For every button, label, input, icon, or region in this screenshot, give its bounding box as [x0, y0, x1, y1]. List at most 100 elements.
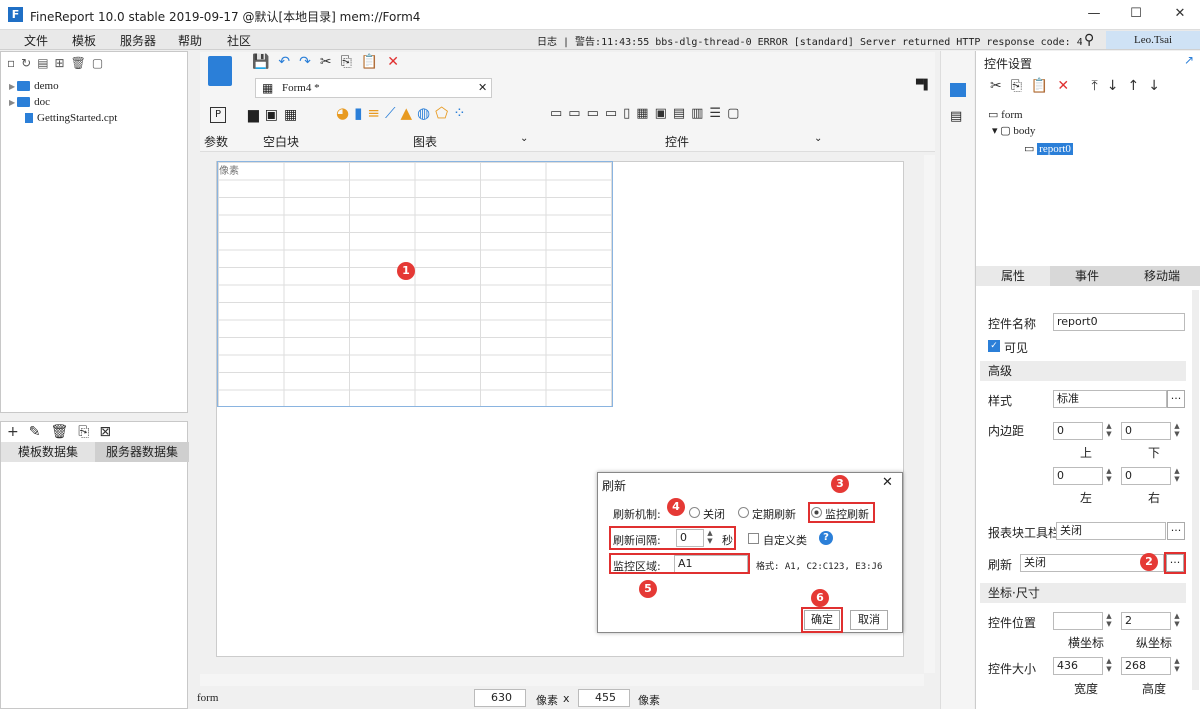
menu-community[interactable]: 社区	[227, 32, 251, 49]
left-label: 左	[1080, 491, 1093, 505]
pad-top-input[interactable]: 0	[1053, 422, 1103, 440]
toolbar-ellipsis-button[interactable]: ···	[1167, 522, 1185, 540]
pad-bottom-input[interactable]: 0	[1121, 422, 1171, 440]
step-badge-1: 1	[397, 262, 415, 280]
style-ellipsis-button[interactable]: ···	[1167, 390, 1185, 408]
spinner-icon[interactable]: ▲ ▼	[1172, 467, 1182, 485]
toolbar-label: 报表块工具栏	[988, 526, 1061, 540]
visible-checkbox[interactable]: ✓	[988, 340, 1000, 352]
menu-server[interactable]: 服务器	[120, 32, 156, 49]
maximize-button[interactable]: ☐	[1126, 6, 1146, 21]
pos-y-input[interactable]: 2	[1121, 612, 1171, 630]
chart-chevron-down-icon[interactable]: ⌄	[520, 133, 528, 144]
name-input[interactable]: report0	[1053, 313, 1185, 331]
minimize-button[interactable]: —	[1084, 6, 1104, 21]
spinner-icon[interactable]: ▲ ▼	[1104, 657, 1114, 675]
help-icon[interactable]: ?	[819, 531, 833, 545]
close-button[interactable]: ✕	[1170, 6, 1190, 21]
tab-form4[interactable]: ▦ Form4 * ✕	[255, 78, 492, 98]
highlight-box	[609, 526, 736, 550]
spinner-icon[interactable]: ▲ ▼	[1172, 657, 1182, 675]
grid-icon: ▦	[262, 81, 274, 95]
style-input[interactable]: 标准	[1053, 390, 1167, 408]
widget-label: 控件	[665, 135, 690, 149]
tree-form[interactable]: ▭ form	[988, 108, 1023, 121]
format-hint: 格式: A1, C2:C123, E3:J6	[756, 562, 883, 572]
radio-timed[interactable]	[738, 507, 749, 518]
spinner-icon[interactable]: ▲ ▼	[1172, 612, 1182, 630]
menu-template[interactable]: 模板	[72, 32, 96, 49]
menu-help[interactable]: 帮助	[178, 32, 202, 49]
blank-icons[interactable]: ▆▣▦	[248, 107, 303, 123]
step-badge-2: 2	[1140, 553, 1158, 571]
widget-icons[interactable]: ▭▭▭▭▯▦▣▤▥☰▢	[550, 106, 745, 121]
tab-events[interactable]: 事件	[1050, 266, 1124, 286]
panel-title: 控件设置	[984, 57, 1033, 71]
param-icon[interactable]: P	[210, 107, 226, 123]
xcoord-label: 横坐标	[1068, 636, 1105, 650]
widget-settings-icon[interactable]	[950, 83, 966, 97]
highlight-box	[609, 553, 750, 574]
vertical-scrollbar[interactable]	[924, 155, 935, 673]
pin-icon[interactable]: ▀▌	[916, 80, 931, 91]
canvas-width-input[interactable]: 630	[474, 689, 526, 707]
ycoord-label: 纵坐标	[1136, 636, 1173, 650]
spinner-icon[interactable]: ▲ ▼	[1104, 612, 1114, 630]
window-title: FineReport 10.0 stable 2019-09-17 @默认[本地…	[30, 10, 421, 24]
canvas-height-input[interactable]: 455	[578, 689, 630, 707]
dataset-toolbar-icons[interactable]: +✎🗑⎘⊠	[7, 424, 121, 440]
spinner-icon[interactable]: ▲ ▼	[1172, 422, 1182, 440]
panel-scrollbar[interactable]	[1192, 290, 1199, 690]
widget-chevron-down-icon[interactable]: ⌄	[814, 133, 822, 144]
radio-off[interactable]	[689, 507, 700, 518]
tree-report[interactable]: ▭ report0	[1024, 142, 1073, 155]
tree-item-file[interactable]: GettingStarted.cpt	[25, 112, 117, 124]
log-message[interactable]: 日志 | 警告:11:43:55 bbs-dlg-thread-0 ERROR …	[537, 33, 1082, 48]
visible-label: 可见	[1004, 341, 1029, 355]
size-label: 控件大小	[988, 662, 1037, 676]
cancel-button[interactable]: 取消	[850, 610, 888, 630]
section-advanced[interactable]: 高级	[980, 361, 1186, 381]
toolbar-input[interactable]: 关闭	[1056, 522, 1166, 540]
tab-mobile[interactable]: 移动端	[1124, 266, 1200, 286]
height-input[interactable]: 268	[1121, 657, 1171, 675]
layout-icon[interactable]: ▤	[950, 109, 962, 124]
spinner-icon[interactable]: ▲ ▼	[1104, 422, 1114, 440]
app-logo: F	[8, 7, 23, 22]
tab-server-dataset[interactable]: 服务器数据集	[95, 442, 189, 462]
horizontal-scrollbar[interactable]	[200, 674, 924, 686]
tree-body[interactable]: ▾ ▢ body	[992, 124, 1035, 137]
chart-icons[interactable]: ◕▮≡⟋▲◍⬠⁘	[336, 104, 471, 122]
dialog-close-icon[interactable]: ✕	[882, 475, 893, 490]
report-block[interactable]	[217, 161, 613, 407]
panel-toolbar-icons[interactable]: ✂⎘📋✕ ⤒↓↑↓	[990, 78, 1169, 94]
menu-file[interactable]: 文件	[24, 32, 48, 49]
refresh-dialog: 刷新 ✕ 刷新机制: 关闭 定期刷新 监控刷新 刷新间隔: 0 ▲ ▼ 秒 自定义…	[597, 472, 903, 633]
tree-item-doc[interactable]: ▶ doc	[9, 96, 50, 108]
pad-left-input[interactable]: 0	[1053, 467, 1103, 485]
user-name[interactable]: Leo.Tsai	[1106, 31, 1200, 49]
tree-item-demo[interactable]: ▶ demo	[9, 80, 59, 92]
unit-label: 像素	[638, 694, 660, 707]
folder-icon	[17, 97, 31, 108]
form-icon[interactable]	[208, 56, 232, 86]
tree-toolbar-icons[interactable]: ▫↻▤⊞🗑▢	[7, 56, 109, 70]
section-coords[interactable]: 坐标·尺寸	[980, 583, 1186, 603]
quick-toolbar-icons[interactable]: 💾↶↷✂⎘📋✕	[252, 54, 408, 70]
tab-properties[interactable]: 属性	[976, 266, 1050, 286]
custom-checkbox[interactable]	[748, 533, 759, 544]
collapse-icon[interactable]: ↗	[1184, 53, 1194, 67]
position-label: 控件位置	[988, 616, 1037, 630]
chart-label: 图表	[413, 135, 438, 149]
mechanism-label: 刷新机制:	[613, 508, 661, 521]
tab-template-dataset[interactable]: 模板数据集	[1, 442, 95, 462]
search-icon[interactable]: ⚲	[1084, 32, 1094, 48]
pos-x-input[interactable]	[1053, 612, 1103, 630]
pad-right-input[interactable]: 0	[1121, 467, 1171, 485]
tab-close-icon[interactable]: ✕	[478, 81, 487, 94]
status-form: form	[197, 692, 219, 704]
file-icon	[25, 113, 33, 124]
width-input[interactable]: 436	[1053, 657, 1103, 675]
spinner-icon[interactable]: ▲ ▼	[1104, 467, 1114, 485]
padding-label: 内边距	[988, 424, 1025, 438]
